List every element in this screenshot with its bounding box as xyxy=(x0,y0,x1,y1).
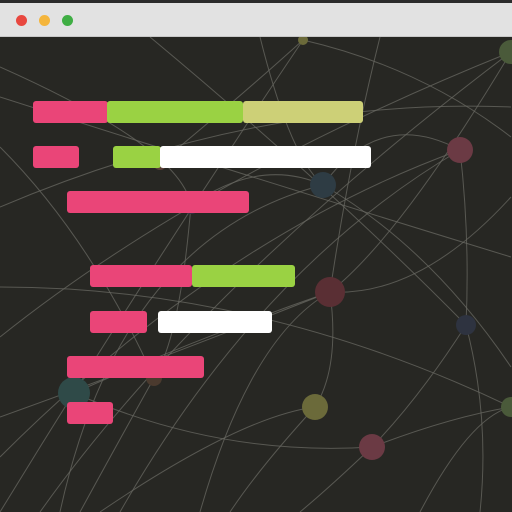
timeline-bar-pink[interactable] xyxy=(90,311,147,333)
timeline-bar-green[interactable] xyxy=(107,101,243,123)
timeline-bar-pink[interactable] xyxy=(67,402,113,424)
app-window xyxy=(0,0,512,512)
timeline-bar-pink[interactable] xyxy=(67,356,204,378)
timeline-bar-white[interactable] xyxy=(160,146,371,168)
timeline-bar-pink[interactable] xyxy=(90,265,192,287)
timeline-bar-pink[interactable] xyxy=(33,101,108,123)
timeline-bar-green[interactable] xyxy=(192,265,295,287)
timeline-bars xyxy=(0,0,512,512)
timeline-bar-pink[interactable] xyxy=(33,146,79,168)
timeline-bar-white[interactable] xyxy=(158,311,272,333)
timeline-bar-green[interactable] xyxy=(113,146,161,168)
timeline-bar-pink[interactable] xyxy=(67,191,249,213)
timeline-bar-olive[interactable] xyxy=(243,101,363,123)
